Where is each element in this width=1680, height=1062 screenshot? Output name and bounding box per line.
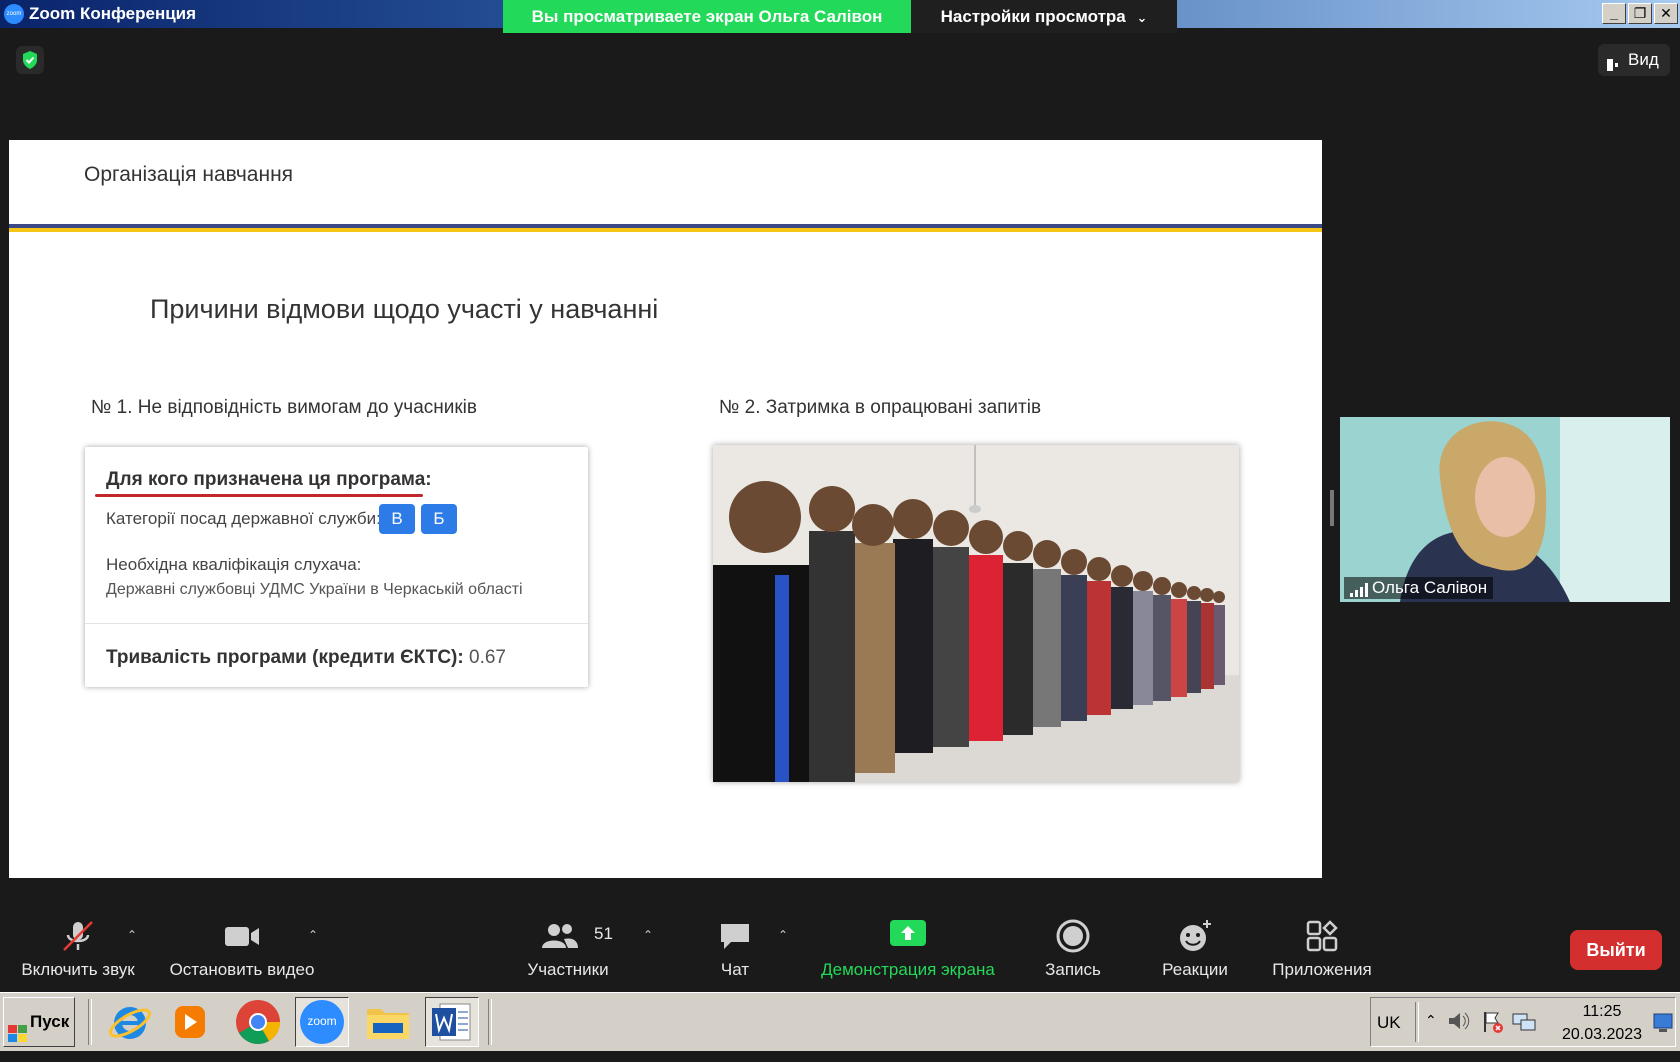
smiley-add-icon: [1177, 918, 1213, 959]
stop-video-button[interactable]: Остановить видео: [162, 900, 322, 992]
leave-meeting-button[interactable]: Выйти: [1570, 930, 1662, 970]
layout-icon: [1606, 52, 1622, 84]
start-label: Пуск: [30, 1012, 70, 1031]
participants-count: 51: [594, 924, 613, 943]
zoom-app-icon: zoom: [4, 4, 24, 24]
participants-icon: [540, 918, 580, 959]
duration-row: Тривалість програми (кредити ЄКТС): 0.67: [106, 647, 506, 669]
meeting-controls-bar: Включить звук ⌃ Остановить видео ⌃ 51 Уч…: [0, 900, 1680, 992]
taskbar-chrome[interactable]: [231, 997, 285, 1047]
participant-video-tile[interactable]: Ольга Салівон: [1340, 417, 1670, 602]
show-desktop-icon[interactable]: [1653, 1010, 1673, 1039]
apps-label: Приложения: [1272, 960, 1372, 979]
chat-button[interactable]: Чат: [700, 900, 770, 992]
start-button[interactable]: Пуск: [3, 997, 75, 1047]
share-screen-icon: [889, 918, 927, 953]
close-button[interactable]: ✕: [1654, 3, 1678, 24]
window-controls: _ ❐ ✕: [1602, 3, 1678, 24]
apps-icon: [1304, 918, 1340, 959]
view-options-label: Настройки просмотра: [940, 7, 1126, 26]
participant-name: Ольга Салівон: [1372, 578, 1488, 597]
card-divider: [85, 623, 588, 624]
participants-label: Участники: [527, 960, 609, 979]
media-player-icon: [175, 1006, 205, 1038]
taskbar-separator: [88, 999, 92, 1045]
heading-underline: [95, 494, 423, 497]
category-badge-v: В: [379, 504, 415, 534]
duration-value: 0.67: [469, 647, 506, 668]
language-indicator[interactable]: UK: [1377, 1013, 1401, 1033]
screen-share-banner: Вы просматриваете экран Ольга Салівон: [503, 0, 911, 33]
minimize-button[interactable]: _: [1602, 3, 1626, 24]
signal-strength-icon: [1350, 581, 1368, 602]
taskbar-zoom[interactable]: zoom: [295, 997, 349, 1047]
chrome-icon: [236, 1000, 280, 1044]
record-icon: [1055, 918, 1091, 959]
volume-icon[interactable]: [1447, 1010, 1471, 1037]
panel-resize-handle[interactable]: [1330, 490, 1334, 526]
internet-explorer-icon: [109, 1007, 151, 1039]
microphone-muted-icon: [60, 918, 96, 959]
apps-button[interactable]: Приложения: [1262, 900, 1382, 992]
camera-icon: [223, 918, 261, 959]
chat-label: Чат: [720, 960, 750, 979]
windows-flag-icon: [8, 1014, 28, 1062]
slide-header: Організація навчання: [84, 163, 294, 186]
windows-taskbar: Пуск zoom UK ⌃ 11:25 20.03.2023: [0, 992, 1680, 1051]
shared-slide: Організація навчання Причини відмови щод…: [9, 140, 1322, 878]
category-badge-b: Б: [421, 504, 457, 534]
window-title: Zoom Конференция: [29, 4, 197, 23]
system-tray: UK ⌃ 11:25 20.03.2023: [1370, 997, 1676, 1047]
program-info-card: Для кого призначена ця програма: Категор…: [85, 447, 588, 687]
maximize-button[interactable]: ❐: [1628, 3, 1652, 24]
categories-label: Категорії посад державної служби:: [106, 509, 381, 528]
network-icon[interactable]: [1511, 1010, 1537, 1039]
zoom-icon-text: zoom: [307, 1014, 337, 1028]
qualification-label: Необхідна кваліфікація слухача:: [106, 555, 362, 574]
participant-name-label: Ольга Салівон: [1344, 577, 1494, 602]
view-button[interactable]: Вид: [1598, 44, 1670, 76]
share-screen-label: Демонстрация экрана: [821, 960, 995, 979]
card-heading: Для кого призначена ця програма:: [106, 469, 432, 490]
reactions-button[interactable]: Реакции: [1150, 900, 1240, 992]
folder-icon: [367, 1009, 409, 1039]
action-center-flag-icon[interactable]: [1481, 1010, 1505, 1039]
taskbar-separator: [488, 999, 492, 1045]
participant-video-frame: [1340, 417, 1670, 602]
share-screen-button[interactable]: Демонстрация экрана: [808, 900, 1008, 992]
taskbar-clock[interactable]: 11:25 20.03.2023: [1557, 1000, 1647, 1046]
clock-date: 20.03.2023: [1561, 1026, 1643, 1043]
qualification-value: Державні службовці УДМС України в Черкас…: [106, 581, 523, 598]
taskbar-file-explorer[interactable]: [361, 997, 415, 1047]
participants-options-caret-icon[interactable]: ⌃: [643, 928, 655, 942]
taskbar-media-player[interactable]: [163, 997, 217, 1047]
record-label: Запись: [1045, 960, 1101, 979]
record-button[interactable]: Запись: [1030, 900, 1116, 992]
chevron-down-icon: ⌄: [1136, 10, 1148, 25]
stop-video-label: Остановить видео: [169, 960, 315, 979]
mute-button[interactable]: Включить звук: [10, 900, 146, 992]
view-button-label: Вид: [1628, 50, 1659, 69]
tray-separator: [1415, 1002, 1419, 1042]
reactions-label: Реакции: [1162, 960, 1228, 979]
header-yellow-bar: [9, 228, 1322, 232]
show-hidden-icons-icon[interactable]: ⌃: [1425, 1012, 1437, 1029]
taskbar-internet-explorer[interactable]: [103, 997, 157, 1047]
participants-button[interactable]: 51 Участники: [518, 900, 618, 992]
slide-title: Причини відмови щодо участі у навчанні: [150, 294, 659, 324]
left-subtitle: № 1. Не відповідність вимогам до учасник…: [91, 397, 477, 418]
right-subtitle: № 2. Затримка в опрацювані запитів: [719, 397, 1042, 418]
word-icon: [432, 1003, 471, 1041]
audio-options-caret-icon[interactable]: ⌃: [127, 928, 139, 942]
view-options-dropdown[interactable]: Настройки просмотра ⌄: [911, 0, 1177, 33]
security-shield-icon[interactable]: [16, 46, 44, 74]
queue-photo: [713, 445, 1239, 782]
clock-time: 11:25: [1582, 1003, 1622, 1020]
taskbar-word[interactable]: [425, 997, 479, 1047]
chat-bubble-icon: [717, 918, 753, 959]
video-options-caret-icon[interactable]: ⌃: [308, 928, 320, 942]
mute-label: Включить звук: [21, 960, 135, 979]
chat-options-caret-icon[interactable]: ⌃: [778, 928, 790, 942]
duration-label: Тривалість програми (кредити ЄКТС):: [106, 647, 464, 668]
